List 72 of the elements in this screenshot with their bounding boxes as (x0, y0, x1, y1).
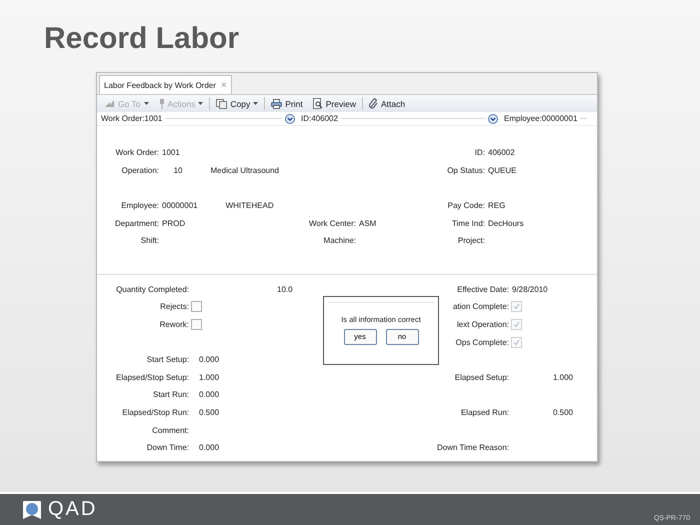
field-value: 0.000 (199, 390, 220, 400)
field-value: 0.000 (199, 355, 220, 364)
logo-text: QAD (48, 498, 98, 521)
checkbox[interactable] (511, 301, 522, 312)
field-description: WHITEHEAD (226, 201, 274, 210)
field-label: Op Status: (447, 166, 485, 175)
field-value: 10.0 (276, 284, 294, 294)
paperclip-icon (368, 98, 378, 109)
field-value: 1001 (162, 148, 180, 158)
toolbar-button[interactable]: Attach (364, 96, 410, 112)
checkbox[interactable] (511, 336, 522, 348)
field-value: PROD (162, 218, 186, 228)
field-label: Time Ind: (452, 218, 485, 228)
field-value: 1.000 (552, 372, 573, 382)
field-label: Employee: (121, 201, 159, 210)
field-label: Comment: (152, 426, 189, 435)
printer-icon (271, 98, 282, 108)
field-value: 1.000 (199, 372, 220, 382)
field-label: Ops Complete: (456, 338, 509, 347)
key-field: Work Order:1001 (101, 114, 162, 123)
checkbox[interactable] (191, 301, 202, 312)
field-label: lext Operation: (456, 320, 509, 330)
toolbar-button[interactable]: Copy (212, 96, 262, 112)
toolbar-button[interactable]: Print (267, 96, 307, 112)
field-label: Work Center: (309, 218, 356, 228)
field-label: Elapsed Setup: (454, 372, 509, 382)
logo-icon (22, 500, 42, 520)
checkbox[interactable] (511, 319, 522, 330)
field-label: ation Complete: (452, 302, 509, 312)
field-value: 9/28/2010 (512, 284, 549, 294)
field-label: Effective Date: (457, 284, 509, 294)
field-label: Project: (458, 236, 485, 246)
field-label: Elapsed/Stop Setup: (116, 372, 189, 382)
field-label: Down Time: (146, 443, 189, 452)
copy-icon (216, 98, 228, 108)
field-value: ASM (359, 218, 376, 228)
toolbar-button[interactable]: Preview (308, 96, 360, 112)
field-label: Rework: (160, 320, 189, 330)
field-value: 0.500 (199, 408, 220, 418)
field-label: ID: (474, 148, 485, 158)
slide-title: Record Labor (44, 22, 240, 55)
field-value: DecHours (488, 218, 524, 228)
checkbox[interactable] (191, 319, 202, 330)
field-label: Start Run: (152, 390, 189, 400)
field-label: Down Time Reason: (436, 443, 509, 452)
field-value: QUEUE (488, 166, 516, 175)
dropdown-icon[interactable] (488, 114, 498, 124)
field-label: Elapsed Run: (460, 408, 509, 418)
window-tab[interactable]: Labor Feedback by Work Order × (99, 75, 232, 94)
field-label: Pay Code: (448, 201, 485, 210)
field-label: Elapsed/Stop Run: (122, 408, 189, 418)
field-label: Start Setup: (146, 355, 189, 364)
field-label: Quantity Completed: (116, 284, 189, 294)
field-value: 00000001 (162, 201, 198, 210)
field-label: Department: (114, 218, 159, 228)
key-field: Employee:00000001 (504, 114, 578, 123)
field-value: 0.500 (552, 408, 573, 418)
field-value: 0.000 (199, 443, 220, 452)
field-description: Medical Ultrasound (210, 166, 279, 175)
arrow-icon (104, 99, 115, 108)
field-value: 406002 (488, 148, 515, 158)
dropdown-icon[interactable] (285, 114, 295, 124)
document-magnifier-icon (312, 98, 323, 109)
field-value: 10 (172, 166, 183, 175)
pin-icon (158, 98, 165, 108)
field-label: Rejects: (160, 302, 189, 312)
field-label: Machine: (324, 236, 356, 246)
field-label: Operation: (122, 166, 159, 175)
key-field: ID:406002 (301, 114, 338, 123)
field-label: Shift: (140, 236, 159, 246)
field-value: REG (488, 201, 506, 210)
field-label: Work Order: (116, 148, 159, 158)
